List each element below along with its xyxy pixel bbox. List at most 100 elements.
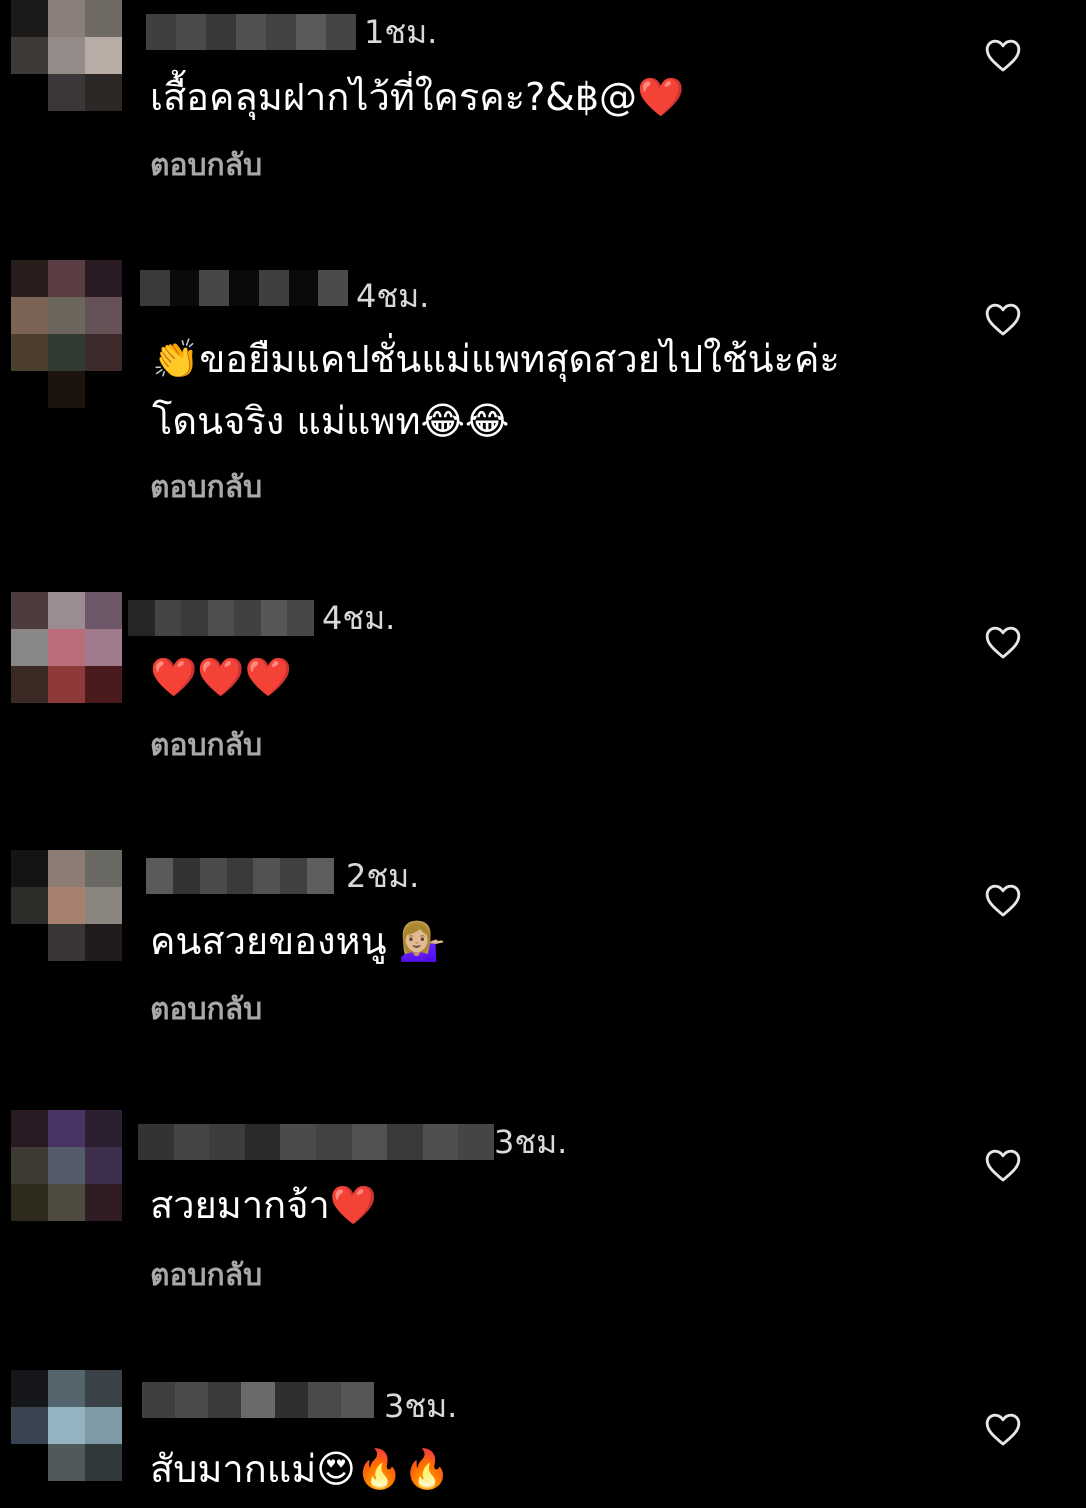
heart-outline-icon	[985, 884, 1021, 917]
avatar-pixel	[85, 37, 122, 74]
avatar-pixel	[85, 1184, 122, 1221]
avatar-pixel	[11, 371, 48, 408]
avatar-pixel	[48, 592, 85, 629]
like-button[interactable]	[984, 301, 1022, 337]
avatar-pixel	[48, 371, 85, 408]
username-blur-block	[288, 270, 319, 306]
reply-button[interactable]: ตอบกลับ	[150, 726, 262, 766]
heart-outline-icon	[985, 303, 1021, 336]
avatar-pixel	[11, 1407, 48, 1444]
avatar-pixel	[85, 629, 122, 666]
like-button[interactable]	[984, 1147, 1022, 1183]
avatar-pixel	[11, 37, 48, 74]
like-button[interactable]	[984, 1411, 1022, 1447]
reply-button[interactable]: ตอบกลับ	[150, 468, 262, 508]
username-blurred[interactable]	[128, 600, 314, 636]
username-blur-block	[253, 858, 281, 894]
avatar-pixel	[11, 924, 48, 961]
avatar-pixel	[11, 850, 48, 887]
username-blur-block	[458, 1124, 494, 1160]
avatar-pixel	[85, 666, 122, 703]
username-blur-block	[387, 1124, 423, 1160]
avatar-pixel	[48, 297, 85, 334]
reply-button[interactable]: ตอบกลับ	[150, 1256, 262, 1296]
avatar-pixel	[48, 850, 85, 887]
username-blur-block	[260, 600, 288, 636]
comment-text: สวยมากจ้า❤️	[150, 1183, 378, 1227]
like-button[interactable]	[984, 882, 1022, 918]
avatar[interactable]	[11, 1370, 122, 1481]
avatar-pixel	[85, 371, 122, 408]
avatar-pixel	[85, 924, 122, 961]
username-blur-block	[146, 858, 173, 894]
username-blurred[interactable]	[142, 1382, 374, 1418]
username-blurred[interactable]	[140, 270, 348, 306]
like-button[interactable]	[984, 624, 1022, 660]
heart-outline-icon	[985, 1413, 1021, 1446]
avatar[interactable]	[11, 1110, 122, 1221]
comment-timestamp: 3ชม.	[384, 1387, 458, 1425]
avatar-pixel	[48, 1110, 85, 1147]
avatar[interactable]	[11, 260, 122, 408]
username-blur-block	[206, 14, 236, 50]
username-blur-block	[241, 1382, 275, 1418]
like-button[interactable]	[984, 37, 1022, 73]
avatar[interactable]	[11, 0, 122, 111]
avatar-pixel	[48, 74, 85, 111]
avatar-pixel	[85, 0, 122, 37]
username-blurred[interactable]	[138, 1124, 494, 1160]
username-blur-block	[226, 858, 254, 894]
username-blur-block	[280, 858, 308, 894]
username-blur-block	[244, 1124, 281, 1160]
avatar-pixel	[85, 887, 122, 924]
avatar-pixel	[11, 887, 48, 924]
username-blur-block	[140, 270, 170, 306]
comment-text: เสื้อคลุมฝากไว้ที่ใครคะ?&฿@❤️	[150, 75, 685, 119]
username-blur-block	[209, 1124, 245, 1160]
avatar-pixel	[48, 629, 85, 666]
avatar-pixel	[48, 0, 85, 37]
avatar-pixel	[48, 1407, 85, 1444]
avatar-pixel	[11, 260, 48, 297]
avatar-pixel	[85, 1110, 122, 1147]
username-blur-block	[199, 270, 230, 306]
heart-outline-icon	[985, 1149, 1021, 1182]
avatar-pixel	[48, 887, 85, 924]
avatar-pixel	[48, 334, 85, 371]
avatar-pixel	[11, 1370, 48, 1407]
reply-button[interactable]: ตอบกลับ	[150, 990, 262, 1030]
avatar-pixel	[11, 0, 48, 37]
username-blur-block	[326, 14, 356, 50]
username-blur-block	[172, 858, 200, 894]
username-blur-block	[146, 14, 176, 50]
avatar-pixel	[11, 334, 48, 371]
username-blur-block	[318, 270, 348, 306]
username-blur-block	[307, 858, 334, 894]
comment-text: สับมากแม่😍🔥🔥	[150, 1447, 451, 1491]
avatar[interactable]	[11, 850, 122, 961]
avatar-pixel	[11, 1110, 48, 1147]
username-blur-block	[207, 600, 235, 636]
username-blur-block	[142, 1382, 176, 1418]
username-blur-block	[287, 600, 314, 636]
username-blur-block	[340, 1382, 374, 1418]
comment-timestamp: 4ชม.	[356, 277, 430, 315]
avatar-pixel	[11, 666, 48, 703]
username-blurred[interactable]	[146, 14, 356, 50]
username-blur-block	[169, 270, 200, 306]
avatar-pixel	[48, 260, 85, 297]
heart-outline-icon	[985, 39, 1021, 72]
username-blur-block	[296, 14, 326, 50]
username-blurred[interactable]	[146, 858, 334, 894]
username-blur-block	[274, 1382, 308, 1418]
username-blur-block	[175, 1382, 209, 1418]
username-blur-block	[128, 600, 155, 636]
avatar[interactable]	[11, 592, 122, 703]
username-blur-block	[234, 600, 261, 636]
username-blur-block	[138, 1124, 174, 1160]
avatar-pixel	[48, 37, 85, 74]
avatar-pixel	[85, 74, 122, 111]
reply-button[interactable]: ตอบกลับ	[150, 146, 262, 186]
username-blur-block	[258, 270, 289, 306]
avatar-pixel	[11, 297, 48, 334]
